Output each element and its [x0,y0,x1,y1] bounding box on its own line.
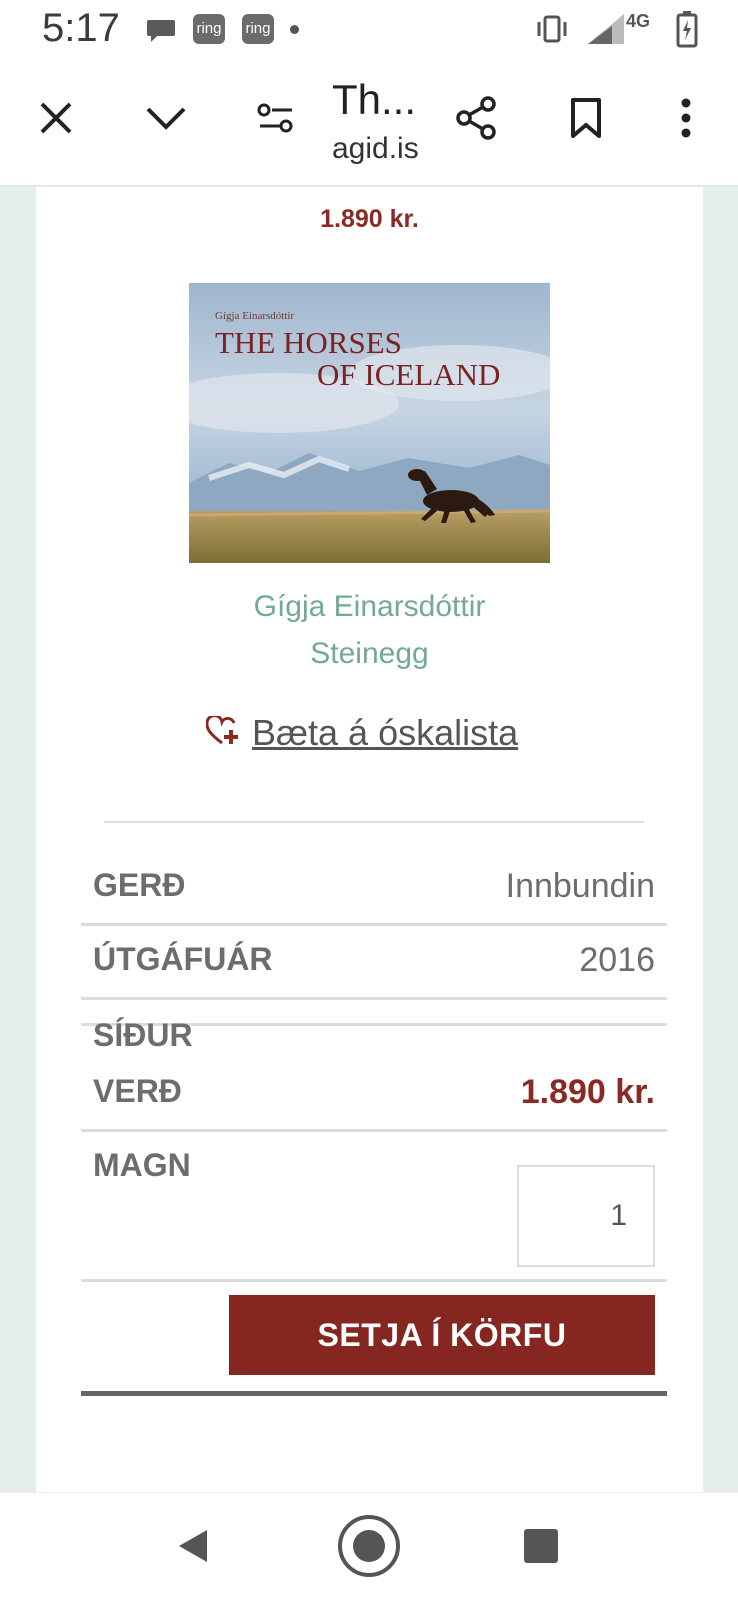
bottom-rule [81,1391,667,1396]
detail-label: VERÐ [93,1073,182,1109]
ring-app-icon: ring [193,14,225,44]
recents-icon[interactable] [506,1511,576,1581]
signal-icon [586,12,626,50]
product-price-top: 1.890 kr. [320,205,419,233]
chat-icon [145,14,177,50]
network-type: 4G [626,11,651,31]
quantity-label: MAGN [93,1147,191,1183]
divider [104,821,644,823]
detail-value: Innbundin [505,867,655,905]
add-to-cart-button[interactable]: SETJA Í KÖRFU [229,1295,655,1375]
row-divider [81,1129,667,1132]
cover-author-text: Gígja Einarsdóttir [215,310,294,322]
battery-icon [676,10,698,52]
home-icon[interactable] [334,1511,404,1581]
add-to-wishlist[interactable]: Bæta á óskalista [205,712,519,754]
cover-title-line1: THE HORSES [215,325,402,360]
status-bar: 5:17 ring ring 4G [0,0,738,60]
system-nav-bar [0,1492,738,1600]
close-icon[interactable] [28,90,84,146]
detail-label: GERÐ [93,867,186,903]
wishlist-label: Bæta á óskalista [252,712,519,753]
price-value: 1.890 kr. [520,1073,655,1111]
status-time: 5:17 [42,6,120,50]
chevron-down-icon[interactable] [138,90,194,146]
site-settings-icon[interactable] [248,90,304,146]
detail-label: ÚTGÁFUÁR [93,941,273,977]
vibrate-icon [534,13,570,49]
book-cover-image[interactable]: Gígja Einarsdóttir THE HORSES OF ICELAND [189,283,550,563]
product-card: 1.890 kr. Gígja Einarsdóttir THE HORSES … [36,187,703,1492]
more-options-icon[interactable] [658,90,714,146]
ring-app-icon: ring [242,14,274,44]
detail-value: 2016 [579,941,655,979]
author-link[interactable]: Gígja Einarsdóttir [36,590,703,624]
row-divider [81,997,667,1000]
cover-title-line2: OF ICELAND [317,357,500,392]
page-url[interactable]: agid.is [332,132,419,166]
detail-label: SÍÐUR [93,1017,193,1053]
quantity-input[interactable]: 1 [517,1165,655,1267]
back-icon[interactable] [158,1511,228,1581]
author-link[interactable]: Steinegg [36,637,703,671]
browser-toolbar: Th... agid.is [0,60,738,186]
page-title[interactable]: Th... [332,76,416,124]
quantity-value: 1 [610,1199,627,1232]
more-notifications-dot [290,25,299,34]
share-icon[interactable] [448,90,504,146]
row-divider [81,1279,667,1282]
heart-plus-icon [205,714,240,750]
row-divider [81,923,667,926]
bookmark-icon[interactable] [558,90,614,146]
